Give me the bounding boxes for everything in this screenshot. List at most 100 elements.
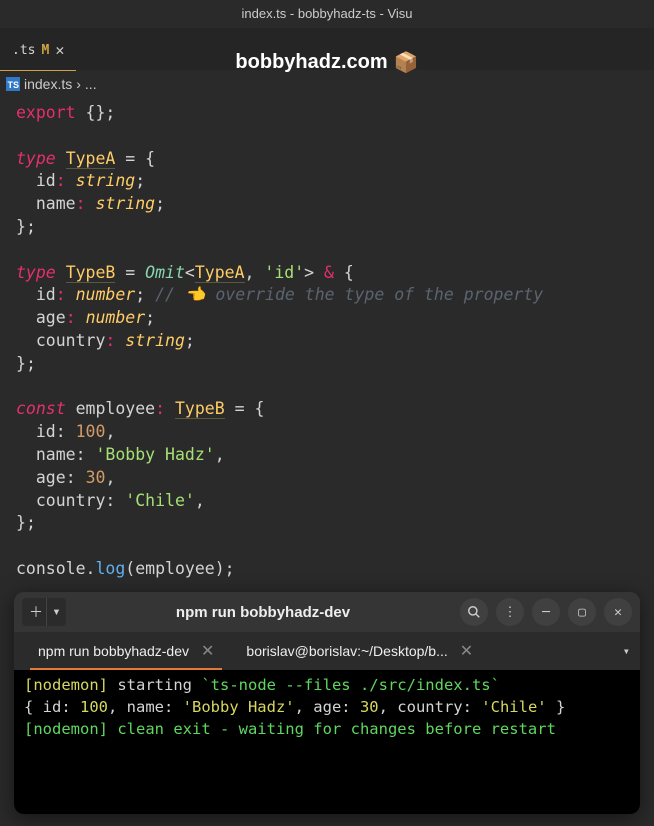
code-token: const: [16, 399, 66, 418]
terminal-text: starting: [108, 676, 201, 694]
code-token: =: [115, 149, 145, 168]
terminal-tabs: npm run bobbyhadz-dev ✕ borislav@borisla…: [14, 632, 640, 670]
code-token: name: [36, 194, 76, 213]
terminal-window: ＋ ▾ npm run bobbyhadz-dev ⋮ ─ ▢ ✕ npm ru…: [14, 592, 640, 814]
minimize-button[interactable]: ─: [532, 598, 560, 626]
code-token: >: [304, 263, 314, 282]
code-token: {: [145, 149, 155, 168]
code-token: type: [16, 263, 56, 282]
code-token: string: [76, 171, 136, 190]
code-token: TypeB: [175, 399, 225, 419]
terminal-tab[interactable]: borislav@borislav:~/Desktop/b... ✕: [232, 632, 487, 670]
menu-icon[interactable]: ⋮: [496, 598, 524, 626]
new-tab-dropdown[interactable]: ▾: [46, 598, 66, 626]
terminal-text: [nodemon]: [24, 720, 108, 738]
code-token: string: [96, 194, 156, 213]
tab-filename: .ts: [12, 43, 35, 58]
code-editor[interactable]: export {}; type TypeA = { id: string; na…: [0, 98, 654, 585]
code-token: :: [56, 171, 66, 190]
code-token: ;: [26, 513, 36, 532]
code-token: ;: [145, 308, 155, 327]
code-token: log: [95, 559, 125, 578]
terminal-text: }: [547, 698, 566, 716]
code-token: =: [225, 399, 255, 418]
code-token: id: [36, 285, 56, 304]
terminal-text: 'Chile': [481, 698, 546, 716]
code-token: ;: [26, 217, 36, 236]
code-token: =: [115, 263, 145, 282]
page-title: bobbyhadz.com 📦: [235, 50, 418, 75]
close-button[interactable]: ✕: [604, 598, 632, 626]
breadcrumb-symbol[interactable]: ...: [85, 76, 97, 92]
code-token: name: [36, 445, 76, 464]
code-token: :: [66, 308, 76, 327]
code-token: id: [36, 422, 56, 441]
code-token: console: [16, 559, 86, 578]
code-token: string: [125, 331, 185, 350]
code-token: }: [16, 217, 26, 236]
site-name: bobbyhadz.com: [235, 51, 387, 74]
terminal-title: npm run bobbyhadz-dev: [74, 604, 452, 621]
terminal-text: 100: [80, 698, 108, 716]
code-token: }: [16, 513, 26, 532]
terminal-text: 'Bobby Hadz': [183, 698, 295, 716]
code-token: Omit: [145, 263, 185, 282]
window-title: index.ts - bobbyhadz-ts - Visu: [0, 0, 654, 28]
code-token: 100: [76, 422, 106, 441]
tab-modified-indicator: M: [41, 43, 49, 58]
terminal-text: [nodemon]: [24, 676, 108, 694]
breadcrumb-sep: ›: [76, 76, 81, 92]
code-token: id: [36, 171, 56, 190]
editor-tab[interactable]: .ts M ✕: [0, 28, 76, 70]
terminal-output[interactable]: [nodemon] starting `ts-node --files ./sr…: [14, 670, 640, 814]
code-token: <: [185, 263, 195, 282]
close-icon[interactable]: ✕: [201, 641, 214, 661]
code-token: :: [105, 331, 115, 350]
close-icon[interactable]: ✕: [460, 641, 473, 661]
code-token: number: [76, 285, 136, 304]
code-token: ;: [135, 285, 145, 304]
code-token: ,: [245, 263, 265, 282]
code-token: :: [155, 399, 165, 418]
code-token: .: [86, 559, 96, 578]
code-token: ;: [185, 331, 195, 350]
code-token: }: [16, 354, 26, 373]
code-token: // 👈️ override the type of the property: [155, 285, 543, 304]
code-token: &: [314, 263, 344, 282]
terminal-tab-label: npm run bobbyhadz-dev: [38, 643, 189, 659]
code-token: :: [56, 285, 66, 304]
code-token: ;: [225, 559, 235, 578]
code-token: 'Chile': [125, 491, 195, 510]
code-token: ;: [135, 171, 145, 190]
code-token: :: [76, 194, 86, 213]
terminal-text: { id:: [24, 698, 80, 716]
breadcrumb-file[interactable]: index.ts: [24, 76, 72, 92]
code-token: 'id': [264, 263, 304, 282]
search-icon[interactable]: [460, 598, 488, 626]
code-token: ): [215, 559, 225, 578]
code-token: TypeA: [66, 149, 116, 169]
code-token: employee: [76, 399, 155, 418]
close-icon[interactable]: ✕: [55, 41, 64, 59]
terminal-text: , age:: [295, 698, 360, 716]
code-token: {}: [86, 103, 106, 122]
code-token: TypeB: [66, 263, 116, 283]
code-token: employee: [135, 559, 214, 578]
code-token: ;: [26, 354, 36, 373]
terminal-text: 30: [360, 698, 379, 716]
terminal-text: `ts-node --files ./src/index.ts`: [201, 676, 500, 694]
chevron-down-icon[interactable]: ▾: [623, 644, 630, 658]
code-token: {: [344, 263, 354, 282]
maximize-button[interactable]: ▢: [568, 598, 596, 626]
terminal-text: , name:: [108, 698, 183, 716]
code-token: ;: [105, 103, 115, 122]
terminal-text: clean exit - waiting for changes before …: [108, 720, 556, 738]
ts-file-icon: TS: [6, 77, 20, 91]
code-token: age: [36, 308, 66, 327]
code-token: number: [86, 308, 146, 327]
code-token: 'Bobby Hadz': [96, 445, 215, 464]
terminal-tab[interactable]: npm run bobbyhadz-dev ✕: [24, 632, 228, 670]
code-token: export: [16, 103, 76, 122]
code-token: (: [125, 559, 135, 578]
code-token: country: [36, 331, 106, 350]
